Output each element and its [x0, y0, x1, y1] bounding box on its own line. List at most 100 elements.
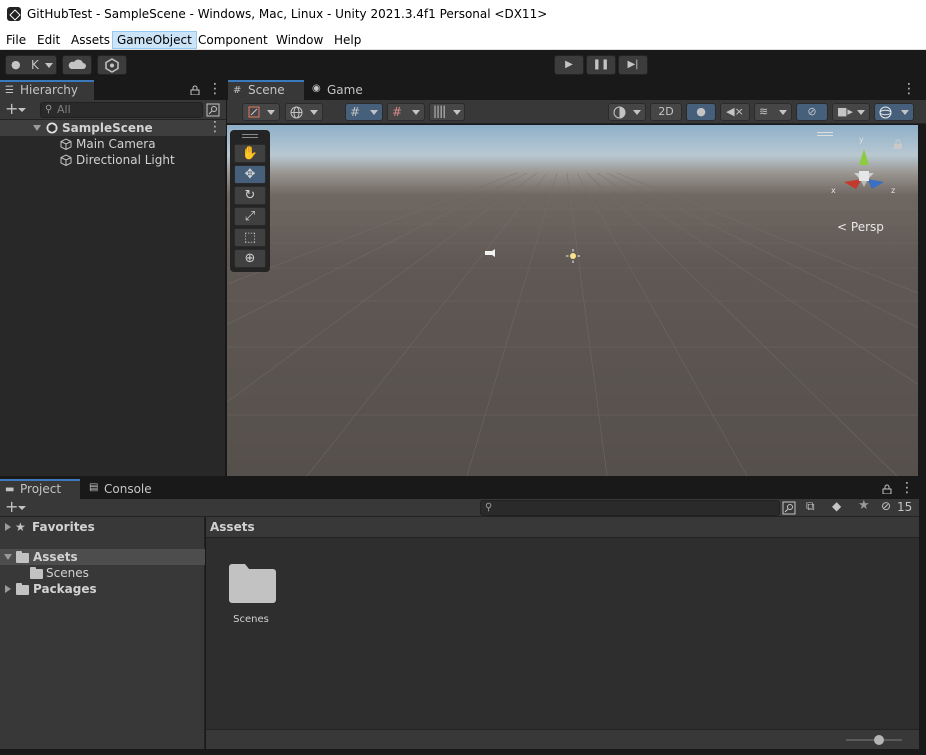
move-tool-button[interactable]: ✥	[234, 165, 266, 184]
play-button[interactable]: ▶	[554, 55, 584, 75]
step-icon: ▶|	[627, 59, 639, 70]
chevron-down-icon[interactable]	[18, 506, 26, 510]
unity-scene-icon	[46, 122, 58, 134]
hierarchy-search-input[interactable]: ⚲ All	[40, 102, 203, 118]
camera-dropdown[interactable]: ■▸	[832, 103, 870, 121]
expand-arrow-icon[interactable]	[5, 523, 11, 531]
hierarchy-search-placeholder: All	[57, 103, 71, 116]
menu-help[interactable]: Help	[330, 31, 365, 49]
tree-item-scenes[interactable]: Scenes	[0, 565, 205, 581]
hand-tool-button[interactable]: ✋	[234, 144, 266, 163]
chevron-down-icon	[45, 63, 53, 68]
tree-item-favorites[interactable]: ★ Favorites	[0, 519, 205, 535]
lighting-toggle-button[interactable]: ●	[686, 103, 716, 121]
projection-label: Persp	[850, 220, 884, 234]
tab-console[interactable]: ▤ Console	[84, 479, 154, 499]
effects-dropdown[interactable]: ≋	[754, 103, 792, 121]
main-toolbar: ● K ▶ ❚❚ ▶|	[0, 50, 926, 80]
collab-icon	[105, 58, 119, 73]
search-filter-icon[interactable]	[206, 103, 220, 117]
scene-visibility-button[interactable]: ⊘	[796, 103, 828, 121]
scene-menu-icon[interactable]	[208, 119, 222, 135]
favorite-star-icon[interactable]: ★	[858, 498, 870, 513]
chevron-down-icon	[310, 110, 318, 115]
scene-menu-icon[interactable]	[902, 81, 916, 97]
hierarchy-item-main-camera[interactable]: Main Camera	[0, 136, 226, 152]
ruler-dropdown[interactable]: ||||	[429, 103, 465, 121]
step-button[interactable]: ▶|	[618, 55, 648, 75]
hidden-packages-icon[interactable]: ⊘	[881, 499, 891, 513]
tree-item-assets[interactable]: Assets	[0, 549, 205, 565]
menu-assets[interactable]: Assets	[67, 31, 114, 49]
projection-toggle[interactable]: < Persp	[837, 220, 884, 234]
shading-dropdown[interactable]	[608, 103, 646, 121]
menu-file[interactable]: File	[2, 31, 30, 49]
folder-icon	[30, 567, 43, 579]
zoom-slider-thumb[interactable]	[874, 735, 884, 745]
project-search-input[interactable]: ⚲	[480, 500, 780, 516]
increment-snap-dropdown[interactable]: #	[387, 103, 425, 121]
scene-viewport[interactable]: ✋ ✥ ↻ ⤢ ⬚ ⊕ y x z < Persp	[227, 125, 918, 476]
chevron-down-icon[interactable]	[18, 108, 26, 112]
draw-mode-dropdown[interactable]	[242, 103, 280, 121]
collab-button[interactable]	[97, 55, 127, 75]
lock-icon[interactable]	[882, 484, 892, 494]
hierarchy-panel: ☰ Hierarchy + ⚲ All SampleScene Main Cam…	[0, 80, 226, 476]
expand-arrow-icon[interactable]	[33, 125, 41, 131]
breadcrumb: Assets	[206, 517, 919, 538]
expand-arrow-icon[interactable]	[4, 554, 12, 560]
tab-scene[interactable]: # Scene	[228, 80, 304, 100]
filter-by-label-icon[interactable]: ◆	[832, 499, 841, 513]
scale-tool-button[interactable]: ⤢	[234, 207, 266, 226]
cloud-button[interactable]	[62, 55, 92, 75]
tab-hierarchy[interactable]: ☰ Hierarchy	[0, 80, 94, 100]
asset-item-scenes[interactable]: Scenes	[220, 557, 282, 629]
audio-toggle-button[interactable]: ◀×	[720, 103, 750, 121]
tab-game[interactable]: ◉ Game	[307, 80, 371, 100]
tab-project[interactable]: ▬ Project	[0, 479, 80, 499]
hierarchy-scene-row[interactable]: SampleScene	[0, 119, 226, 136]
project-content: Assets Scenes	[206, 517, 919, 749]
gizmos-dropdown[interactable]	[874, 103, 914, 121]
transform-icon: ⊕	[244, 251, 256, 266]
tree-item-packages[interactable]: Packages	[0, 581, 205, 597]
grid-snap-dropdown[interactable]: #	[345, 103, 383, 121]
global-local-dropdown[interactable]	[285, 103, 323, 121]
hierarchy-item-directional-light[interactable]: Directional Light	[0, 152, 226, 168]
tree-label: Favorites	[32, 520, 95, 534]
transform-tool-button[interactable]: ⊕	[234, 249, 266, 268]
rect-tool-button[interactable]: ⬚	[234, 228, 266, 247]
gamepad-icon: ◉	[312, 83, 321, 94]
camera-gizmo-icon[interactable]	[483, 247, 497, 259]
project-folder-tree: ★ Favorites Assets Scenes Packages	[0, 517, 205, 749]
drag-handle-icon[interactable]	[242, 134, 258, 138]
rotate-tool-button[interactable]: ↻	[234, 186, 266, 205]
breadcrumb-assets[interactable]: Assets	[210, 520, 255, 534]
toggle-2d-button[interactable]: 2D	[650, 103, 682, 121]
add-icon[interactable]: +	[5, 498, 18, 516]
light-gizmo-icon[interactable]	[566, 249, 580, 263]
menu-edit[interactable]: Edit	[33, 31, 64, 49]
drag-handle-icon[interactable]	[817, 132, 833, 136]
grid-icon: #	[233, 85, 242, 96]
filter-by-type-icon[interactable]: ⧉	[806, 499, 815, 514]
pause-button[interactable]: ❚❚	[586, 55, 616, 75]
project-toolbar: + ⚲ ⧉ ◆ ★ ⊘ 15	[0, 498, 919, 517]
folder-open-icon	[16, 551, 29, 563]
snap-increment-icon: #	[392, 105, 403, 119]
speaker-muted-icon: ◀×	[726, 105, 744, 118]
menu-gameobject[interactable]: GameObject	[112, 31, 197, 49]
hierarchy-menu-icon[interactable]	[208, 81, 222, 97]
search-filter-icon[interactable]	[782, 501, 796, 515]
project-menu-icon[interactable]	[900, 480, 914, 496]
project-footer	[206, 729, 919, 749]
move-icon: ✥	[244, 167, 256, 182]
menu-component[interactable]: Component	[194, 31, 272, 49]
add-icon[interactable]: +	[5, 100, 18, 118]
chevron-down-icon	[267, 110, 275, 115]
account-dropdown[interactable]: ● K	[5, 55, 57, 75]
lock-icon[interactable]	[190, 85, 200, 95]
axis-gizmo-icon	[844, 149, 884, 189]
menu-window[interactable]: Window	[272, 31, 327, 49]
expand-arrow-icon[interactable]	[5, 585, 11, 593]
